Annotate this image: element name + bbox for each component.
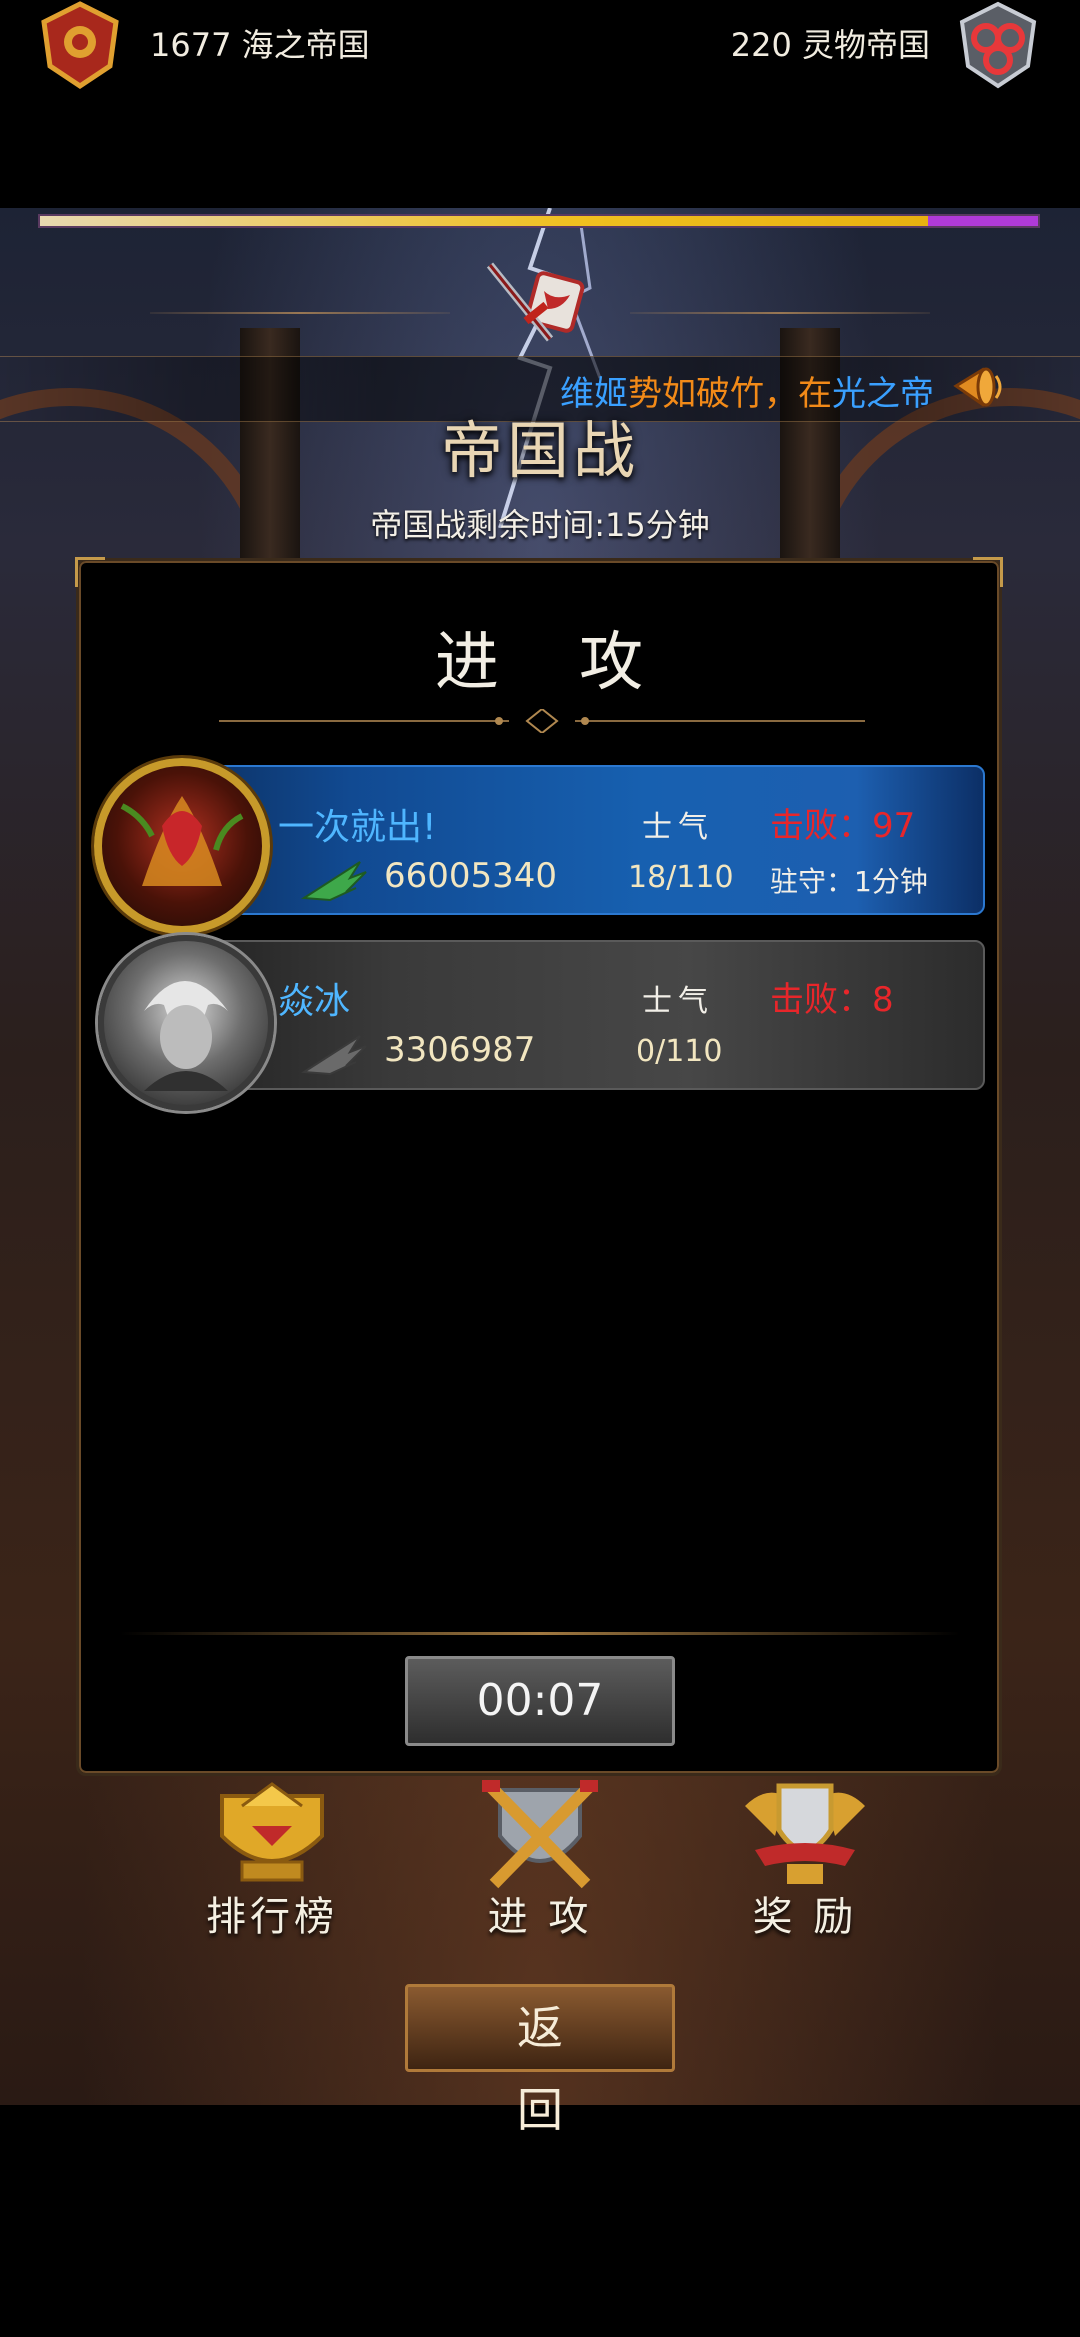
power-wing-icon — [300, 861, 367, 902]
back-button[interactable]: 返 回 — [405, 1984, 675, 2137]
attack-button[interactable]: 进 攻 — [440, 1776, 640, 1940]
power-wing-icon — [300, 1035, 367, 1076]
morale-label: 士气 — [642, 810, 714, 845]
player-name: 焱冰 — [278, 981, 351, 1022]
panel-corner-decoration — [973, 557, 1003, 587]
player-avatar[interactable] — [94, 758, 270, 934]
right-empire-score: 220 — [730, 26, 792, 64]
separator-right — [630, 312, 930, 314]
defeat-count: 击败：8 — [770, 980, 894, 1020]
right-empire-label: 220 灵物帝国 — [731, 20, 930, 66]
reward-button[interactable]: 奖 励 — [705, 1776, 905, 1940]
trophy-rank-icon — [220, 1782, 324, 1882]
ranking-button[interactable]: 排行榜 — [172, 1776, 372, 1940]
swords-shield-icon — [482, 1780, 598, 1889]
garrison-time: 驻守：1分钟 — [770, 865, 928, 898]
panel-corner-decoration — [75, 557, 105, 587]
left-empire-label: 1677 海之帝国 — [150, 20, 370, 66]
player-name: 一次就出! — [278, 807, 437, 848]
player-portrait-icon — [144, 981, 228, 1091]
attack-countdown: 00:07 — [405, 1656, 675, 1746]
page-title: 帝国战 — [440, 414, 639, 487]
left-empire-name: 海之帝国 — [241, 26, 370, 64]
attack-panel: 进 攻 — [75, 557, 1003, 1776]
reward-shield-icon — [745, 1783, 865, 1884]
right-empire-emblem-icon — [959, 1, 1037, 89]
player-power: 3306987 — [384, 1030, 536, 1070]
player-portrait-icon — [120, 796, 244, 886]
panel-title: 进 攻 — [434, 626, 674, 700]
attack-label: 进 攻 — [487, 1894, 593, 1940]
separator-left — [150, 312, 450, 314]
empire-battle-progress — [38, 214, 1040, 228]
crossed-swords-icon — [486, 262, 585, 342]
progress-fill-left — [40, 216, 929, 226]
reward-label: 奖 励 — [752, 1894, 858, 1940]
left-empire-emblem-icon — [41, 1, 119, 90]
title-ornament — [219, 709, 865, 733]
player-power: 66005340 — [384, 856, 558, 896]
defeat-count: 击败：97 — [770, 806, 916, 846]
panel-bottom-divider — [120, 1632, 960, 1635]
morale-label: 士气 — [642, 984, 714, 1019]
morale-value: 18/110 — [628, 860, 734, 895]
player-avatar[interactable] — [98, 935, 274, 1111]
left-empire-score: 1677 — [150, 26, 232, 64]
morale-value: 0/110 — [636, 1034, 723, 1069]
right-empire-name: 灵物帝国 — [801, 26, 930, 64]
war-time-remaining: 帝国战剩余时间:15分钟 — [370, 506, 710, 544]
ranking-label: 排行榜 — [206, 1894, 338, 1940]
